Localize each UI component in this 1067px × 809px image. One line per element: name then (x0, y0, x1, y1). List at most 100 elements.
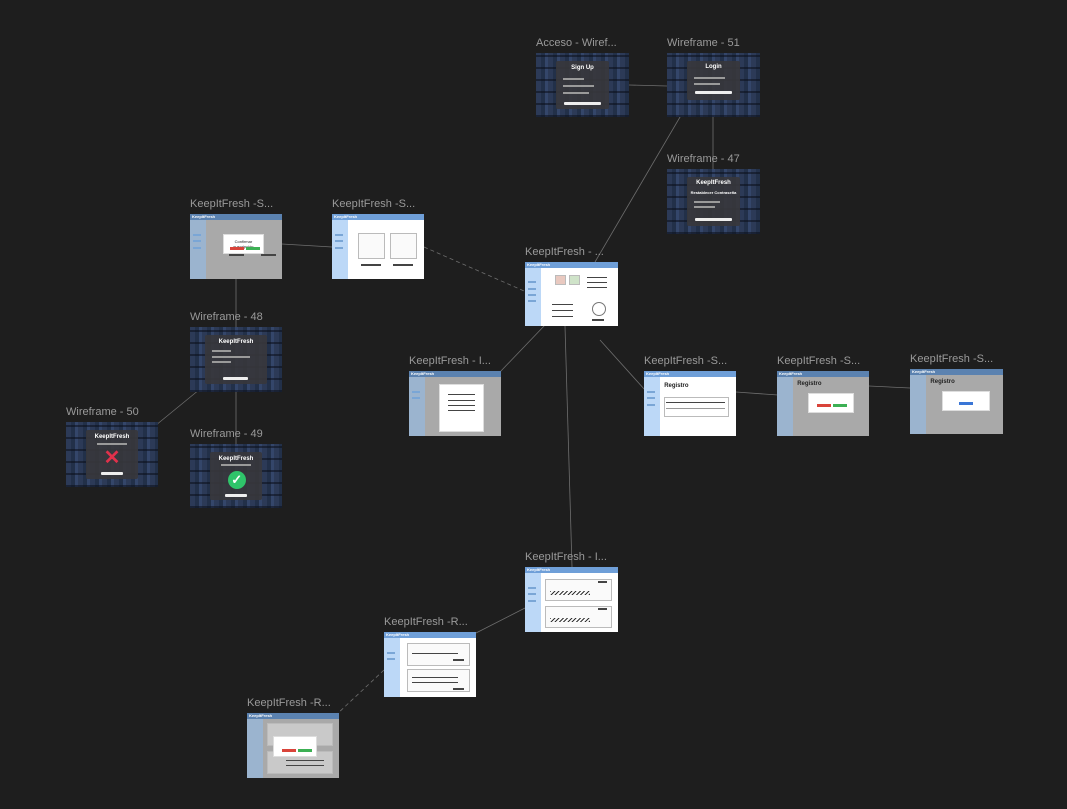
thumbnail: KeepItFresh (384, 632, 476, 697)
form-panel: Sign Up (556, 60, 609, 110)
submit-button (694, 90, 733, 94)
frame-title[interactable]: KeepItFresh -S... (644, 355, 727, 367)
frame-title[interactable]: KeepItFresh -R... (247, 697, 331, 709)
frame-wireframe-51[interactable]: Wireframe - 51 Login (667, 37, 760, 117)
confirm-button (246, 246, 261, 250)
frame-title[interactable]: KeepItFresh - I... (525, 551, 607, 563)
form-field (212, 355, 250, 358)
connector (423, 246, 541, 299)
frame-title[interactable]: KeepItFresh - ... (525, 246, 604, 258)
message-line (96, 442, 128, 445)
form-panel: KeepItFresh (204, 334, 268, 385)
sidebar (910, 369, 926, 434)
sidebar (777, 371, 793, 436)
plan-button (361, 263, 382, 266)
design-canvas[interactable]: Acceso - Wiref... Sign Up Wireframe - 51… (0, 0, 1067, 809)
confirm-modal (808, 393, 855, 414)
frame-wireframe-50[interactable]: Wireframe - 50 KeepItFresh ✕ (66, 406, 158, 487)
submit-button (223, 377, 249, 381)
thumbnail: KeepItFresh (525, 262, 618, 326)
frame-keepitfresh-i-1[interactable]: KeepItFresh - I... KeepItFresh (409, 355, 501, 436)
frame-title[interactable]: Wireframe - 51 (667, 37, 740, 49)
top-bar: KeepItFresh (910, 369, 1003, 375)
panel-title: KeepItFresh (218, 455, 254, 462)
thumbnail: KeepItFresh (332, 214, 424, 279)
frame-title[interactable]: Wireframe - 48 (190, 311, 263, 323)
list-line (587, 277, 608, 279)
frame-title[interactable]: KeepItFresh -S... (332, 198, 415, 210)
form-field (212, 349, 231, 352)
message-line (220, 464, 252, 467)
frame-title[interactable]: KeepItFresh -S... (777, 355, 860, 367)
brand-logo: KeepItFresh (249, 713, 273, 718)
form-field (693, 76, 725, 79)
cancel-button (817, 404, 832, 408)
frame-title[interactable]: KeepItFresh -R... (384, 616, 468, 628)
frame-wireframe-47[interactable]: Wireframe - 47 KeepItFresh Restablecer C… (667, 153, 760, 234)
sidebar-item (527, 599, 536, 602)
frame-title[interactable]: KeepItFresh -S... (190, 198, 273, 210)
frame-title[interactable]: Wireframe - 49 (190, 428, 263, 440)
frame-keepitfresh-r-1[interactable]: KeepItFresh -R... KeepItFresh (384, 616, 476, 697)
frame-wireframe-49[interactable]: Wireframe - 49 KeepItFresh ✓ (190, 428, 282, 508)
thumbnail: KeepItFresh ✓ (190, 444, 282, 508)
thumbnail: Sign Up (536, 53, 629, 117)
sidebar-item (411, 390, 420, 393)
form-panel: Login (687, 60, 740, 101)
frame-keepitfresh-s-1[interactable]: KeepItFresh -S... KeepItFresh Confirmar … (190, 198, 282, 279)
page-heading: Registro (797, 380, 822, 387)
frame-keepitfresh-s-3[interactable]: KeepItFresh -S... KeepItFresh Registro (644, 355, 736, 436)
ok-button (958, 402, 973, 406)
frame-wireframe-48[interactable]: Wireframe - 48 KeepItFresh (190, 311, 282, 392)
frame-title[interactable]: KeepItFresh - I... (409, 355, 491, 367)
list-line (551, 303, 574, 305)
brand-logo: KeepItFresh (912, 369, 936, 374)
sidebar-item (527, 586, 536, 589)
table-row (665, 407, 726, 409)
frame-title[interactable]: KeepItFresh -S... (910, 353, 993, 365)
page-heading: Registro (930, 378, 955, 385)
sidebar-item (334, 233, 343, 236)
list-line (587, 286, 608, 288)
frame-title[interactable]: Acceso - Wiref... (536, 37, 617, 49)
sidebar-item (646, 397, 655, 399)
text-line (411, 681, 458, 683)
sidebar (190, 214, 206, 279)
sidebar (409, 371, 425, 436)
sidebar (525, 567, 541, 632)
content-bar (260, 254, 276, 257)
frame-keepitfresh-r-2[interactable]: KeepItFresh -R... KeepItFresh (247, 697, 339, 778)
sidebar (525, 262, 541, 326)
text-line (285, 760, 324, 762)
frame-keepitfresh-s-4[interactable]: KeepItFresh -S... Registro KeepItFresh (777, 355, 869, 436)
sidebar (384, 632, 400, 697)
prototype-connections (149, 84, 911, 716)
text-line (285, 765, 324, 767)
top-bar: KeepItFresh (777, 371, 869, 377)
continue-button (224, 494, 248, 498)
submit-button (563, 101, 602, 105)
frame-keepitfresh-s-5[interactable]: KeepItFresh -S... Registro KeepItFresh (910, 353, 1003, 434)
panel-title: KeepItFresh (218, 338, 254, 345)
submit-button (694, 218, 733, 222)
confirm-button (833, 404, 848, 408)
text-line (447, 405, 476, 407)
frame-keepitfresh-main[interactable]: KeepItFresh - ... KeepItFresh (525, 246, 618, 326)
content-area: Registro (660, 377, 736, 436)
frame-title[interactable]: Wireframe - 47 (667, 153, 740, 165)
card-button (597, 581, 608, 584)
cancel-button (230, 246, 245, 250)
frame-keepitfresh-i-2[interactable]: KeepItFresh - I... KeepItFresh (525, 551, 618, 632)
frame-title[interactable]: Wireframe - 50 (66, 406, 139, 418)
frame-acceso[interactable]: Acceso - Wiref... Sign Up (536, 37, 629, 117)
list-line (551, 309, 574, 311)
sidebar-item (386, 658, 395, 660)
action-button (591, 319, 605, 322)
connector (499, 324, 546, 373)
sidebar-item (527, 287, 536, 290)
brand-logo: KeepItFresh (779, 371, 803, 376)
sidebar-item (334, 240, 343, 242)
frame-keepitfresh-s-2[interactable]: KeepItFresh -S... KeepItFresh (332, 198, 424, 279)
text-line (447, 399, 476, 401)
error-x-icon: ✕ (103, 446, 121, 469)
